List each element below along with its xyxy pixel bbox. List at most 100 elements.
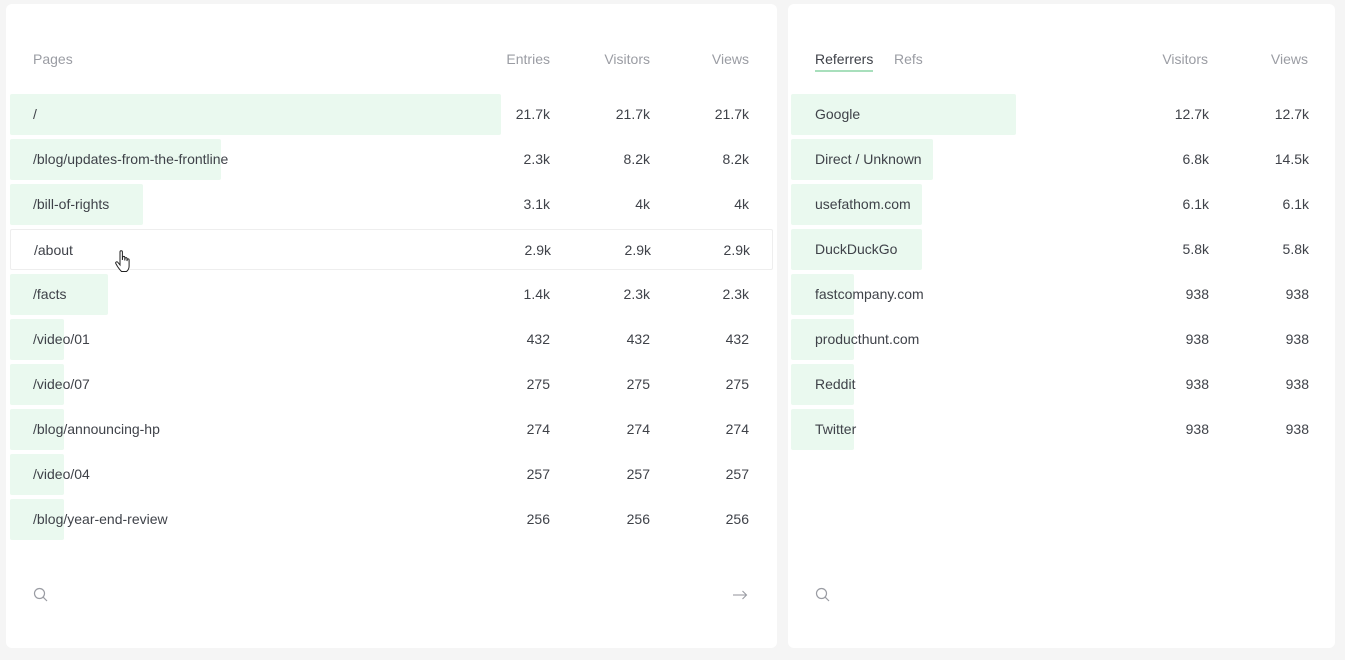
page-row[interactable]: /video/07 275 275 275 <box>10 364 773 405</box>
referrer-row[interactable]: fastcompany.com 938 938 <box>791 274 1309 315</box>
pages-title: Pages <box>33 51 73 67</box>
page-visitors-value: 257 <box>626 466 650 482</box>
referrer-row[interactable]: Google 12.7k 12.7k <box>791 94 1309 135</box>
page-path[interactable]: /blog/year-end-review <box>33 511 168 527</box>
page-views-value: 432 <box>725 331 749 347</box>
page-path[interactable]: /video/07 <box>33 376 90 392</box>
referrers-list: Google 12.7k 12.7k Direct / Unknown 6.8k 14.5… <box>791 94 1309 454</box>
page-entries-value: 274 <box>526 421 550 437</box>
page-visitors-value: 256 <box>626 511 650 527</box>
pages-panel: Pages Entries Visitors Views / 21.7k 21.7k… <box>6 4 777 648</box>
referrer-visitors-value: 938 <box>1185 286 1209 302</box>
referrer-views-value: 938 <box>1285 331 1309 347</box>
referrer-visitors-value: 6.1k <box>1182 196 1209 212</box>
referrer-visitors-value: 5.8k <box>1182 241 1209 257</box>
page-entries-value: 2.9k <box>524 242 551 258</box>
referrer-name[interactable]: producthunt.com <box>815 331 919 347</box>
referrer-views-value: 938 <box>1285 421 1309 437</box>
referrer-name[interactable]: fastcompany.com <box>815 286 924 302</box>
referrer-name[interactable]: Twitter <box>815 421 856 437</box>
page-path[interactable]: /video/01 <box>33 331 90 347</box>
referrer-row[interactable]: producthunt.com 938 938 <box>791 319 1309 360</box>
referrer-row[interactable]: DuckDuckGo 5.8k 5.8k <box>791 229 1309 270</box>
page-row[interactable]: /blog/year-end-review 256 256 256 <box>10 499 773 540</box>
page-entries-value: 432 <box>526 331 550 347</box>
referrers-panel: Referrers Refs Visitors Views Google 12.7… <box>788 4 1335 648</box>
page-row[interactable]: /video/01 432 432 432 <box>10 319 773 360</box>
page-entries-value: 257 <box>526 466 550 482</box>
column-header-visitors[interactable]: Visitors <box>1128 51 1208 67</box>
page-path[interactable]: /about <box>34 242 73 258</box>
page-visitors-value: 2.9k <box>624 242 651 258</box>
referrer-row[interactable]: Reddit 938 938 <box>791 364 1309 405</box>
page-path[interactable]: /blog/announcing-hp <box>33 421 160 437</box>
page-row[interactable]: /about 2.9k 2.9k 2.9k <box>10 229 773 270</box>
page-visitors-value: 8.2k <box>623 151 650 167</box>
page-row[interactable]: /blog/updates-from-the-frontline 2.3k 8.2k… <box>10 139 773 180</box>
page-views-value: 274 <box>725 421 749 437</box>
page-path[interactable]: /bill-of-rights <box>33 196 109 212</box>
search-icon[interactable] <box>815 587 831 603</box>
share-bar <box>10 94 501 135</box>
referrer-visitors-value: 938 <box>1185 331 1209 347</box>
page-visitors-value: 2.3k <box>623 286 650 302</box>
tab-referrers[interactable]: Referrers <box>815 51 874 72</box>
referrer-views-value: 14.5k <box>1274 151 1309 167</box>
referrer-row[interactable]: usefathom.com 6.1k 6.1k <box>791 184 1309 225</box>
referrer-visitors-value: 12.7k <box>1174 106 1209 122</box>
search-icon[interactable] <box>33 587 49 603</box>
referrer-row[interactable]: Direct / Unknown 6.8k 14.5k <box>791 139 1309 180</box>
page-views-value: 8.2k <box>722 151 749 167</box>
page-views-value: 21.7k <box>714 106 749 122</box>
page-entries-value: 21.7k <box>515 106 550 122</box>
referrer-views-value: 6.1k <box>1282 196 1309 212</box>
referrer-name[interactable]: Reddit <box>815 376 855 392</box>
page-visitors-value: 274 <box>626 421 650 437</box>
column-header-entries[interactable]: Entries <box>470 51 550 67</box>
referrer-views-value: 12.7k <box>1274 106 1309 122</box>
page-row[interactable]: /video/04 257 257 257 <box>10 454 773 495</box>
page-visitors-value: 21.7k <box>615 106 650 122</box>
referrer-name[interactable]: usefathom.com <box>815 196 911 212</box>
tab-refs[interactable]: Refs <box>894 51 923 70</box>
column-header-views[interactable]: Views <box>1228 51 1308 67</box>
referrer-visitors-value: 938 <box>1185 376 1209 392</box>
page-views-value: 256 <box>725 511 749 527</box>
page-views-value: 2.3k <box>722 286 749 302</box>
page-path[interactable]: / <box>33 106 37 122</box>
page-entries-value: 1.4k <box>523 286 550 302</box>
arrow-right-icon[interactable] <box>732 587 748 603</box>
page-row[interactable]: /blog/announcing-hp 274 274 274 <box>10 409 773 450</box>
referrer-views-value: 938 <box>1285 286 1309 302</box>
referrer-visitors-value: 6.8k <box>1182 151 1209 167</box>
referrer-views-value: 5.8k <box>1282 241 1309 257</box>
page-row[interactable]: / 21.7k 21.7k 21.7k <box>10 94 773 135</box>
column-header-visitors[interactable]: Visitors <box>570 51 650 67</box>
pages-list: / 21.7k 21.7k 21.7k/blog/updates-from-the-f… <box>10 94 773 544</box>
page-visitors-value: 275 <box>626 376 650 392</box>
referrer-visitors-value: 938 <box>1185 421 1209 437</box>
page-views-value: 257 <box>725 466 749 482</box>
page-entries-value: 3.1k <box>523 196 550 212</box>
page-entries-value: 256 <box>526 511 550 527</box>
pages-header: Pages Entries Visitors Views <box>6 47 777 71</box>
page-entries-value: 2.3k <box>523 151 550 167</box>
referrer-name[interactable]: Direct / Unknown <box>815 151 922 167</box>
page-visitors-value: 4k <box>635 196 650 212</box>
referrer-name[interactable]: DuckDuckGo <box>815 241 897 257</box>
page-views-value: 275 <box>725 376 749 392</box>
page-path[interactable]: /facts <box>33 286 66 302</box>
page-path[interactable]: /blog/updates-from-the-frontline <box>33 151 228 167</box>
page-views-value: 4k <box>734 196 749 212</box>
page-path[interactable]: /video/04 <box>33 466 90 482</box>
referrer-name[interactable]: Google <box>815 106 860 122</box>
page-row[interactable]: /facts 1.4k 2.3k 2.3k <box>10 274 773 315</box>
page-row[interactable]: /bill-of-rights 3.1k 4k 4k <box>10 184 773 225</box>
referrer-views-value: 938 <box>1285 376 1309 392</box>
page-views-value: 2.9k <box>723 242 750 258</box>
page-entries-value: 275 <box>526 376 550 392</box>
referrers-header: Referrers Refs Visitors Views <box>788 47 1335 72</box>
referrer-row[interactable]: Twitter 938 938 <box>791 409 1309 450</box>
page-visitors-value: 432 <box>626 331 650 347</box>
column-header-views[interactable]: Views <box>669 51 749 67</box>
